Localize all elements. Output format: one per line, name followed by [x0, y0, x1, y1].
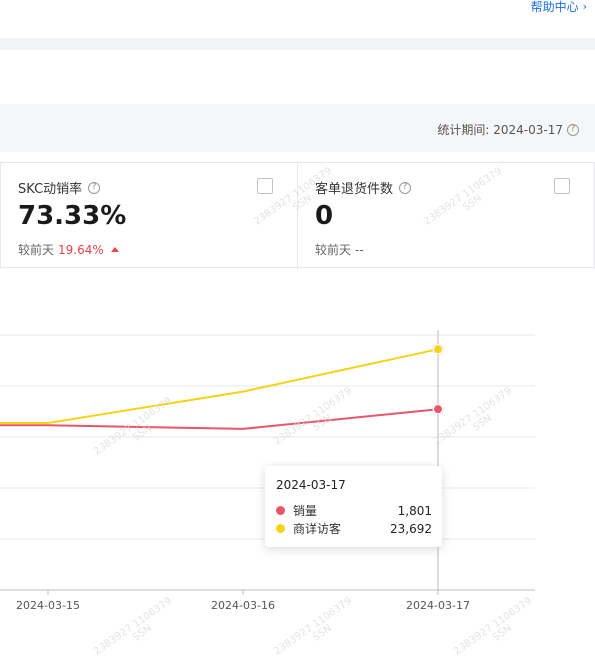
trend-line-chart[interactable]: 2024-03-15 2024-03-16 2024-03-17 — [0, 300, 595, 630]
stat-period: 统计期间: 2024-03-17 ? — [437, 121, 579, 138]
metric-card-skc-sell-through[interactable]: SKC动销率 ? 73.33% 较前天 19.64% — [0, 163, 298, 269]
compare-value: -- — [355, 242, 364, 257]
metric-title-text: 客单退货件数 — [315, 182, 394, 197]
tooltip-series-name: 销量 — [293, 504, 318, 518]
metric-compare: 较前天 19.64% — [18, 241, 119, 258]
dashboard-panel: 帮助中心 › 统计期间: 2024-03-17 ? SKC动销率 ? 73.33… — [0, 0, 595, 657]
stat-period-label: 统计期间: 2024-03-17 — [437, 123, 563, 137]
metric-title-text: SKC动销率 — [18, 182, 83, 197]
data-point — [434, 345, 442, 354]
tooltip-date: 2024-03-17 — [276, 478, 346, 492]
question-circle-icon[interactable]: ? — [567, 123, 579, 136]
help-center-label: 帮助中心 — [530, 0, 579, 14]
trend-up-icon — [110, 247, 119, 252]
compare-value: 19.64% — [58, 242, 104, 257]
x-tick-label: 2024-03-17 — [406, 599, 470, 612]
compare-label: 较前天 — [315, 243, 352, 257]
question-circle-icon[interactable]: ? — [88, 181, 101, 194]
question-circle-icon[interactable]: ? — [399, 181, 412, 194]
x-tick-label: 2024-03-15 — [16, 599, 80, 612]
metric-compare: 较前天 -- — [315, 241, 364, 258]
data-point — [434, 405, 442, 414]
chevron-right-icon: › — [582, 0, 587, 13]
metric-card-return-items[interactable]: 客单退货件数 ? 0 较前天 -- — [298, 163, 595, 269]
tooltip-row-sales: 销量 1,801 — [276, 502, 432, 519]
x-tick-label: 2024-03-16 — [211, 599, 275, 612]
series-dot — [276, 524, 285, 533]
metric-card-title: 客单退货件数 ? — [315, 178, 412, 197]
tooltip-series-value: 23,692 — [390, 521, 432, 536]
section-divider — [0, 38, 595, 50]
metric-value: 0 — [315, 201, 334, 231]
metric-value: 73.33% — [18, 201, 127, 231]
series-dot — [276, 506, 285, 515]
compare-label: 较前天 — [18, 243, 55, 257]
series-line-sales — [0, 408, 439, 430]
metric-cards: SKC动销率 ? 73.33% 较前天 19.64% 客单退货件数 ? 0 较前… — [0, 162, 595, 269]
chart-tooltip: 2024-03-17 销量 1,801 商详访客 23,692 — [265, 466, 442, 547]
tooltip-series-value: 1,801 — [397, 503, 432, 518]
tooltip-row-visitors: 商详访客 23,692 — [276, 520, 432, 537]
metric-select-checkbox[interactable] — [554, 178, 570, 194]
metric-card-title: SKC动销率 ? — [18, 178, 101, 197]
help-center-link[interactable]: 帮助中心 › — [531, 0, 587, 15]
metric-select-checkbox[interactable] — [257, 178, 273, 194]
tooltip-series-name: 商详访客 — [293, 522, 342, 536]
